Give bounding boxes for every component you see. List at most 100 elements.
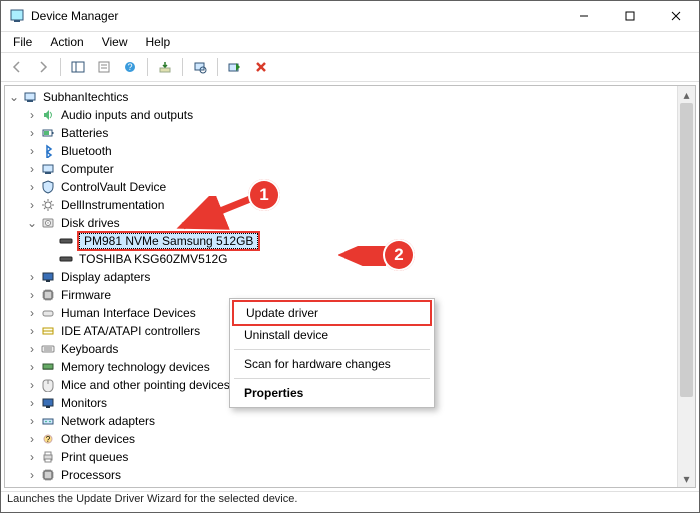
tree-node-label: Print queues [59,450,130,464]
tree-root[interactable]: ⌄ SubhanItechtics [7,88,695,106]
bt-icon [40,143,56,159]
ctx-update-driver[interactable]: Update driver [234,302,430,324]
expand-icon[interactable]: › [25,270,39,284]
uninstall-device-button[interactable] [249,55,273,79]
update-driver-button[interactable] [153,55,177,79]
tree-category-18[interactable]: ›Processors [7,466,695,484]
tree-category-4[interactable]: › ControlVault Device [7,178,695,196]
expand-icon[interactable]: › [25,486,39,488]
tree-node-label: ControlVault Device [59,180,168,194]
annotation-label: 2 [394,245,403,265]
tree-category-0[interactable]: › Audio inputs and outputs [7,106,695,124]
tree-node-label: Computer [59,162,116,176]
expand-icon[interactable]: › [25,288,39,302]
collapse-icon[interactable]: ⌄ [7,90,21,104]
expand-icon[interactable]: › [25,198,39,212]
tree-category-3[interactable]: › Computer [7,160,695,178]
tree-category-17[interactable]: › Print queues [7,448,695,466]
expand-icon[interactable]: › [25,144,39,158]
expand-icon[interactable]: › [25,378,39,392]
annotation-label: 1 [259,185,268,205]
tree-category-5[interactable]: › DellInstrumentation [7,196,695,214]
menu-view[interactable]: View [94,33,136,51]
tree-node-label: IDE ATA/ATAPI controllers [59,324,202,338]
vertical-scrollbar[interactable]: ▴ ▾ [677,86,695,487]
properties-button[interactable] [92,55,116,79]
ctx-properties[interactable]: Properties [232,382,432,404]
expand-icon[interactable]: › [25,432,39,446]
pc-icon [22,89,38,105]
expand-icon[interactable]: › [25,450,39,464]
tree-category-19[interactable]: › Security devices [7,484,695,488]
audio-icon [40,107,56,123]
expand-icon[interactable]: › [25,126,39,140]
tree-category-1[interactable]: ›Batteries [7,124,695,142]
expand-icon[interactable]: › [25,108,39,122]
nav-forward-button[interactable] [31,55,55,79]
scan-hardware-button[interactable] [188,55,212,79]
close-button[interactable] [653,1,699,31]
tree-node-label: Security devices [59,486,150,488]
tree-node-label: Bluetooth [59,144,114,158]
expand-icon[interactable]: › [25,306,39,320]
menu-help[interactable]: Help [138,33,179,51]
tree-node-label: Memory technology devices [59,360,212,374]
menubar: File Action View Help [1,32,699,52]
tree-node-label: Display adapters [59,270,152,284]
disk-icon [40,215,56,231]
enable-device-button[interactable] [223,55,247,79]
expand-icon[interactable]: › [25,162,39,176]
expand-icon[interactable]: › [25,360,39,374]
expand-icon[interactable]: › [25,414,39,428]
toolbar: ? [1,52,699,82]
gear-icon [40,197,56,213]
tree-category-disk-drives[interactable]: ⌄Disk drives [7,214,695,232]
shield-icon [40,179,56,195]
expand-icon[interactable]: › [25,180,39,194]
chip-icon [40,467,56,483]
separator [234,349,430,350]
help-button[interactable]: ? [118,55,142,79]
ctx-scan-hardware[interactable]: Scan for hardware changes [232,353,432,375]
tree-node-label: Audio inputs and outputs [59,108,195,122]
separator [217,58,218,76]
tree-node-label: DellInstrumentation [59,198,166,212]
net-icon [40,413,56,429]
context-menu: Update driver Uninstall device Scan for … [229,298,435,408]
maximize-button[interactable] [607,1,653,31]
tree-node-label: SubhanItechtics [41,90,130,104]
ctx-uninstall-device[interactable]: Uninstall device [232,324,432,346]
annotation-arrow-1 [175,196,255,236]
tree-category-15[interactable]: ›Network adapters [7,412,695,430]
tree-category-7[interactable]: › Display adapters [7,268,695,286]
separator [234,378,430,379]
menu-action[interactable]: Action [42,33,91,51]
show-hide-tree-button[interactable] [66,55,90,79]
expand-icon[interactable]: › [25,324,39,338]
display-icon [40,269,56,285]
tree-node-label: Human Interface Devices [59,306,198,320]
tree-spacer [43,234,57,248]
expand-icon[interactable]: › [25,396,39,410]
scroll-down-icon[interactable]: ▾ [678,470,695,487]
kbd-icon [40,341,56,357]
expand-icon[interactable]: › [25,342,39,356]
device-tree-pane: ⌄SubhanItechtics›Audio inputs and output… [4,85,696,488]
minimize-button[interactable] [561,1,607,31]
scroll-up-icon[interactable]: ▴ [678,86,695,103]
annotation-badge-1: 1 [248,179,280,211]
tree-category-2[interactable]: › Bluetooth [7,142,695,160]
collapse-icon[interactable]: ⌄ [25,216,39,230]
ide-icon [40,323,56,339]
menu-file[interactable]: File [5,33,40,51]
svg-text:?: ? [127,62,132,72]
nav-back-button[interactable] [5,55,29,79]
hid-icon [40,305,56,321]
tree-node-label: Mice and other pointing devices [59,378,232,392]
ssd-icon [58,251,74,267]
tree-category-16[interactable]: ›?Other devices [7,430,695,448]
expand-icon[interactable]: › [25,468,39,482]
scroll-thumb[interactable] [680,103,693,397]
tree-node-label: Other devices [59,432,137,446]
ssd-icon [58,233,74,249]
